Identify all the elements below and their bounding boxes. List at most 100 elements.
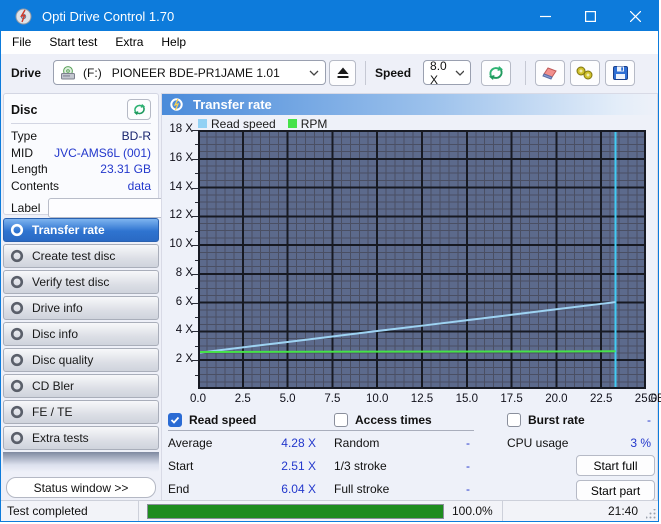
cd-icon [10, 301, 24, 315]
nav-label: Verify test disc [32, 275, 109, 289]
legend-read-speed: Read speed [198, 117, 276, 131]
burst-rate-value: - [647, 413, 655, 427]
progress-percent: 100.0% [452, 504, 500, 518]
cd-icon [10, 379, 24, 393]
save-icon [612, 65, 629, 81]
disc-panel: Disc Type BD-R MID [3, 93, 159, 215]
y-axis-tick [192, 360, 198, 361]
toolbar-separator [365, 61, 366, 85]
disc-panel-title: Disc [11, 103, 37, 117]
nav-label: Disc quality [32, 353, 93, 367]
maximize-button[interactable] [568, 1, 613, 31]
minimize-button[interactable] [523, 1, 568, 31]
progress-fill [148, 505, 443, 518]
disc-row-length: Length 23.31 GB [11, 161, 151, 178]
sidebar-nav: Transfer rate Create test disc Verify te… [3, 218, 159, 450]
sidebar-item-transfer-rate[interactable]: Transfer rate [3, 218, 159, 242]
menu-file[interactable]: File [3, 31, 40, 54]
resize-grip[interactable] [646, 509, 656, 519]
sidebar-item-extra-tests[interactable]: Extra tests [3, 426, 159, 450]
erase-disc-button[interactable] [535, 60, 565, 86]
sidebar-item-verify-test-disc[interactable]: Verify test disc [3, 270, 159, 294]
drive-select[interactable]: (F:) PIONEER BDE-PR1JAME 1.01 [53, 60, 326, 85]
disc-length-label: Length [11, 161, 48, 178]
menu-extra[interactable]: Extra [106, 31, 152, 54]
y-axis-label: 2 X [162, 353, 193, 365]
y-axis-tick [192, 303, 198, 304]
y-axis-tick [192, 159, 198, 160]
drive-value: (F:) PIONEER BDE-PR1JAME 1.01 [83, 66, 309, 80]
y-axis-tick [192, 331, 198, 332]
sidebar-item-drive-info[interactable]: Drive info [3, 296, 159, 320]
title-bar: Opti Drive Control 1.70 [1, 1, 658, 31]
stat-row-start: Start 2.51 X [168, 454, 334, 477]
y-axis-tick [195, 202, 198, 203]
access-times-caption: Access times [355, 413, 432, 427]
status-window-button[interactable]: Status window >> [6, 477, 156, 498]
refresh-icon [132, 103, 147, 116]
speed-value: 8.0 X [430, 59, 455, 87]
drive-icon [60, 65, 77, 81]
sidebar-item-disc-info[interactable]: Disc info [3, 322, 159, 346]
sidebar-item-create-test-disc[interactable]: Create test disc [3, 244, 159, 268]
nav-label: CD Bler [32, 379, 74, 393]
cd-icon [10, 249, 24, 263]
search-disc-button[interactable] [570, 60, 600, 86]
x-axis-label: 22.5 [584, 393, 618, 405]
y-axis-tick [195, 288, 198, 289]
toolbar: Drive (F:) PIONEER BDE-PR1JAME 1.01 Spee… [1, 54, 658, 91]
disc-contents-label: Contents [11, 178, 59, 195]
disc-label-caption: Label [11, 201, 40, 215]
sidebar-item-cd-bler[interactable]: CD Bler [3, 374, 159, 398]
start-part-button[interactable]: Start part [576, 480, 655, 501]
toolbar-separator [525, 61, 526, 85]
window-title: Opti Drive Control 1.70 [42, 9, 174, 24]
nav-label: Extra tests [32, 431, 89, 445]
save-button[interactable] [605, 60, 635, 86]
sidebar-item-fe-te[interactable]: FE / TE [3, 400, 159, 424]
y-axis-tick [195, 144, 198, 145]
refresh-icon [487, 65, 505, 81]
disc-mid-value: JVC-AMS6L (001) [54, 145, 151, 162]
start-full-button[interactable]: Start full [576, 455, 655, 476]
x-axis-label: 15.0 [450, 393, 484, 405]
y-axis-tick [195, 346, 198, 347]
x-axis-label: 10.0 [360, 393, 394, 405]
refresh-disc-button[interactable] [127, 99, 151, 120]
y-axis-tick [192, 274, 198, 275]
stat-row-random: Random - [334, 431, 474, 454]
stat-row-13-stroke: 1/3 stroke - [334, 454, 474, 477]
chevron-down-icon [455, 70, 464, 76]
disc-length-value: 23.31 GB [100, 161, 151, 178]
x-axis-label: 0.0 [181, 393, 215, 405]
legend-swatch-rpm [288, 119, 297, 128]
sidebar-item-disc-quality[interactable]: Disc quality [3, 348, 159, 372]
refresh-speed-button[interactable] [481, 60, 511, 86]
menu-bar: File Start test Extra Help [1, 31, 658, 54]
close-button[interactable] [613, 1, 658, 31]
nav-label: Disc info [32, 327, 78, 341]
drive-label: Drive [11, 66, 41, 80]
nav-label: Drive info [32, 301, 83, 315]
speed-select[interactable]: 8.0 X [423, 60, 471, 85]
burst-rate-checkbox[interactable] [507, 413, 521, 427]
y-axis-tick [195, 231, 198, 232]
elapsed-time: 21:40 [503, 504, 658, 518]
plot-area [198, 130, 646, 389]
status-text: Test completed [1, 501, 139, 521]
eject-button[interactable] [329, 60, 356, 86]
y-axis-tick [192, 188, 198, 189]
disc-contents-value: data [128, 178, 151, 195]
read-speed-checkbox[interactable] [168, 413, 182, 427]
stat-row-cpu-usage: CPU usage 3 % [507, 431, 655, 454]
access-times-checkbox[interactable] [334, 413, 348, 427]
status-bar: Test completed 100.0% 21:40 [1, 500, 658, 521]
menu-help[interactable]: Help [152, 31, 195, 54]
cd-icon [10, 275, 24, 289]
cd-icon [10, 327, 24, 341]
chart-panel: Transfer rate Read speed RPM 2 X4 X6 X8 … [161, 93, 658, 502]
disc-mid-label: MID [11, 145, 33, 162]
nav-label: Create test disc [32, 249, 115, 263]
read-speed-stats: Read speed Average 4.28 X Start 2.51 X E… [168, 409, 334, 500]
menu-start-test[interactable]: Start test [40, 31, 106, 54]
